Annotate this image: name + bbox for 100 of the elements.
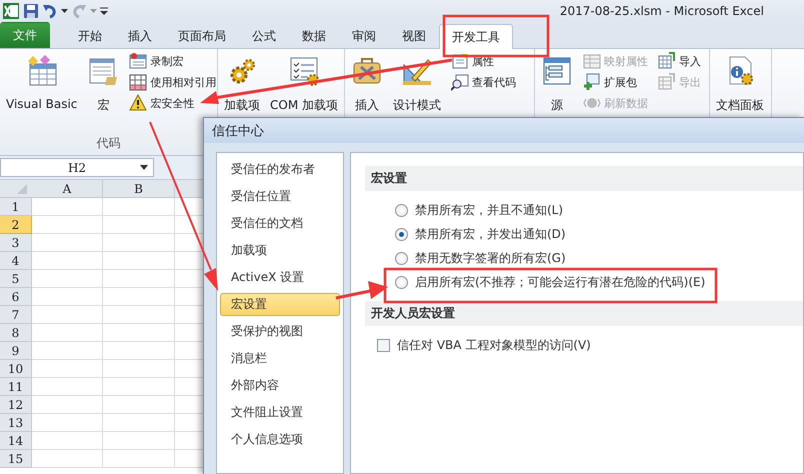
file-tab[interactable]: 文件 [0, 22, 50, 48]
sheet-cell[interactable] [103, 234, 175, 252]
nav-item[interactable]: 消息栏 [220, 347, 340, 370]
sheet-cell[interactable] [32, 450, 103, 468]
radio-button[interactable] [395, 252, 408, 264]
group-label: 代码 [96, 136, 120, 150]
row-header[interactable]: 11 [0, 378, 32, 396]
option-label[interactable]: 启用所有宏(不推荐；可能会运行有潜在危险的代码)(E) [415, 274, 706, 290]
ribbon-button[interactable]: 宏安全性 [127, 93, 218, 113]
ribbon-tab[interactable]: 公式 [239, 24, 289, 48]
nav-item[interactable]: 文件阻止设置 [220, 401, 340, 424]
spreadsheet-icon [2, 2, 20, 20]
option-label[interactable]: 信任对 VBA 工程对象模型的访问(V) [397, 336, 591, 354]
ribbon-tab[interactable]: 开始 [65, 24, 115, 48]
row-header[interactable]: 3 [0, 234, 32, 252]
radio-button[interactable] [395, 228, 408, 240]
sheet-cell[interactable] [32, 252, 103, 270]
nav-item[interactable]: 宏设置 [220, 293, 340, 316]
nav-item[interactable]: ActiveX 设置 [220, 266, 340, 289]
ribbon-tab[interactable]: 审阅 [339, 24, 389, 48]
section-header: 开发人员宏设置 [365, 301, 803, 326]
ribbon-button[interactable]: 扩展包 [581, 72, 650, 92]
nav-item[interactable]: 受保护的视图 [220, 320, 340, 343]
checkbox[interactable] [377, 338, 390, 352]
sheet-cell[interactable] [32, 360, 103, 378]
sheet-cell[interactable] [103, 360, 175, 378]
ribbon-button[interactable]: 宏 [85, 51, 122, 114]
dropdown-caret-icon[interactable] [140, 165, 148, 170]
row-header[interactable]: 8 [0, 324, 32, 342]
nav-item[interactable]: 个人信息选项 [220, 428, 340, 451]
row-header[interactable]: 12 [0, 396, 32, 414]
plus-icon [583, 73, 601, 91]
radio-button[interactable] [395, 276, 408, 288]
sheet-cell[interactable] [103, 450, 175, 468]
row-header[interactable]: 15 [0, 450, 32, 468]
sheet-cell[interactable] [32, 378, 103, 396]
row-header[interactable]: 2 [0, 216, 32, 234]
sheet-cell[interactable] [103, 270, 175, 288]
ribbon-button[interactable]: 加载项 [222, 51, 262, 114]
sheet-cell[interactable] [103, 432, 175, 450]
row-header[interactable]: 10 [0, 360, 32, 378]
sheet-cell[interactable] [103, 342, 175, 360]
sheet-cell[interactable] [32, 270, 103, 288]
sheet-cell[interactable] [32, 414, 103, 432]
ribbon-tab[interactable]: 页面布局 [165, 24, 239, 48]
sheet-cell[interactable] [32, 288, 103, 306]
sheet-cell[interactable] [32, 198, 103, 216]
sheet-cell[interactable] [32, 216, 103, 234]
customize-menu-icon[interactable] [100, 7, 108, 15]
undo-icon[interactable] [42, 3, 58, 19]
sheet-cell[interactable] [103, 378, 175, 396]
sheet-cell[interactable] [32, 306, 103, 324]
sheet-cell[interactable] [103, 414, 175, 432]
row-header[interactable]: 7 [0, 306, 32, 324]
ribbon-tab[interactable]: 视图 [389, 24, 439, 48]
row-header[interactable]: 13 [0, 414, 32, 432]
ribbon-button[interactable]: 使用相对引用 [127, 72, 218, 92]
sheet-cell[interactable] [32, 342, 103, 360]
nav-item[interactable]: 受信任的发布者 [220, 158, 340, 181]
row-header[interactable]: 5 [0, 270, 32, 288]
dropdown-caret-icon[interactable] [61, 8, 68, 14]
sheet-cell[interactable] [32, 432, 103, 450]
sheet-cell[interactable] [103, 216, 175, 234]
sheet-cell[interactable] [103, 252, 175, 270]
sheet-cell[interactable] [32, 324, 103, 342]
ribbon-button[interactable]: 录制宏 [127, 51, 218, 71]
section-header: 宏设置 [365, 166, 803, 191]
nav-item[interactable]: 受信任的文档 [220, 212, 340, 235]
ribbon-button[interactable]: 查看代码 [449, 72, 518, 92]
row-header[interactable]: 6 [0, 288, 32, 306]
column-header[interactable]: B [103, 180, 175, 198]
row-header[interactable]: 14 [0, 432, 32, 450]
sheet-cell[interactable] [103, 288, 175, 306]
ribbon-button[interactable]: Visual Basic [4, 51, 80, 111]
ribbon-tab[interactable]: 插入 [115, 24, 165, 48]
ribbon-button[interactable]: 文档面板 [714, 51, 766, 114]
name-box[interactable]: H2 [0, 158, 154, 177]
sheet-cell[interactable] [32, 234, 103, 252]
nav-item[interactable]: 加载项 [220, 239, 340, 262]
sheet-cell[interactable] [103, 324, 175, 342]
sheet-cell[interactable] [103, 198, 175, 216]
nav-item[interactable]: 外部内容 [220, 374, 340, 397]
radio-button[interactable] [395, 204, 408, 216]
save-icon[interactable] [23, 3, 39, 19]
ribbon-button[interactable]: 导入 [656, 51, 703, 71]
row-header[interactable]: 4 [0, 252, 32, 270]
ribbon-tab[interactable]: 开发工具 [439, 24, 513, 49]
option-label[interactable]: 禁用无数字签署的所有宏(G) [415, 250, 566, 266]
search-icon [451, 73, 469, 91]
option-label[interactable]: 禁用所有宏，并发出通知(D) [415, 226, 566, 242]
ribbon-button[interactable]: 源 [539, 51, 575, 114]
row-header[interactable]: 1 [0, 198, 32, 216]
nav-item[interactable]: 受信任位置 [220, 185, 340, 208]
ribbon-tab[interactable]: 数据 [289, 24, 339, 48]
sheet-cell[interactable] [103, 396, 175, 414]
row-header[interactable]: 9 [0, 342, 32, 360]
sheet-cell[interactable] [32, 396, 103, 414]
sheet-cell[interactable] [103, 306, 175, 324]
option-label[interactable]: 禁用所有宏，并且不通知(L) [415, 202, 564, 218]
column-header[interactable]: A [32, 180, 103, 198]
